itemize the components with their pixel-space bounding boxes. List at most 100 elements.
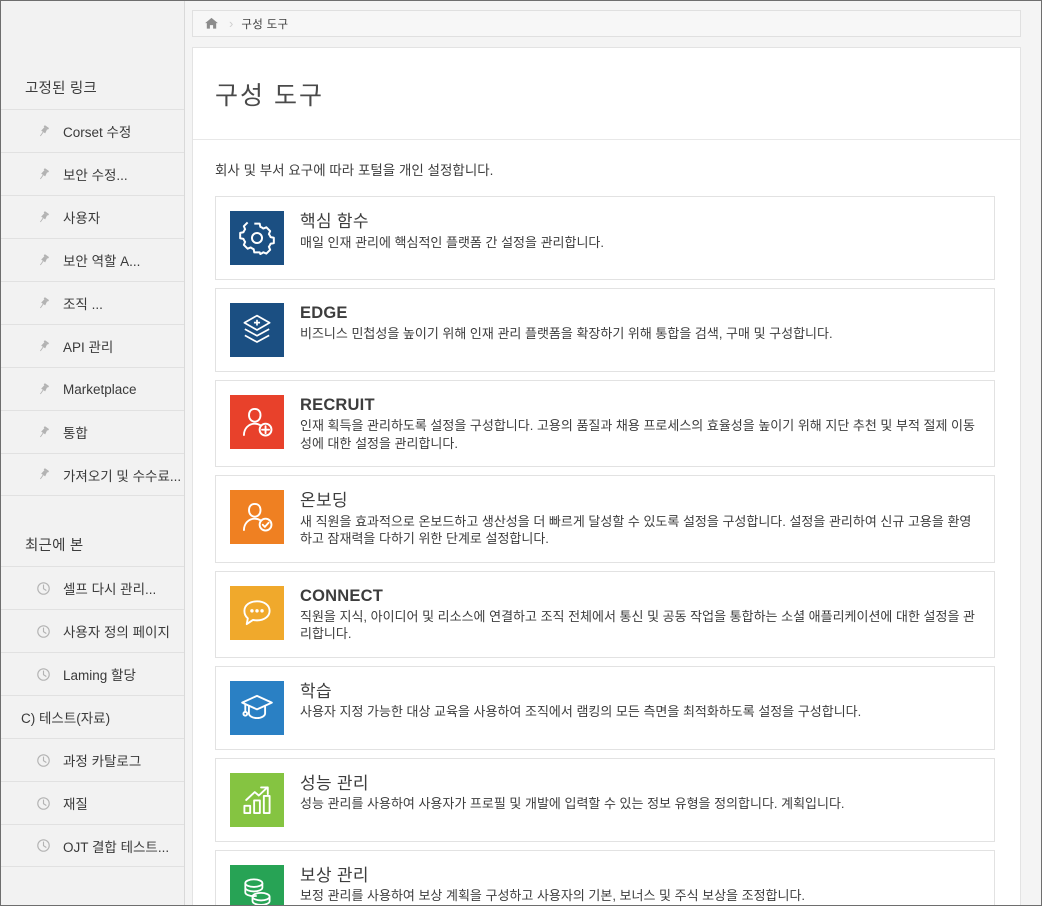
person-plus-icon xyxy=(230,395,284,449)
tool-card-description: 직원을 지식, 아이디어 및 리소스에 연결하고 조직 전체에서 통신 및 공동… xyxy=(300,608,975,642)
sidebar-item-pinned-2[interactable]: 사용자 xyxy=(1,195,184,238)
tool-card[interactable]: 보상 관리보정 관리를 사용하여 보상 계획을 구성하고 사용자의 기본, 보너… xyxy=(215,849,995,905)
tool-card-text: RECRUIT 인재 획득을 관리하도록 설정을 구성합니다. 고용의 품질과 채… xyxy=(300,395,980,452)
breadcrumb-current: 구성 도구 xyxy=(241,18,289,31)
sidebar-item-recent-4[interactable]: 과정 카탈로그 xyxy=(1,738,184,781)
clock-icon xyxy=(35,580,52,597)
tool-card-title: 학습 xyxy=(300,681,332,701)
sidebar-item-pinned-4[interactable]: 조직 ... xyxy=(1,281,184,324)
tool-card-description: 매일 인재 관리에 핵심적인 플랫폼 간 설정을 관리합니다. xyxy=(300,234,604,250)
pinned-links-heading: 고정된 링크 xyxy=(25,81,97,97)
sidebar-item-pinned-8[interactable]: 가져오기 및 수수료... xyxy=(1,453,184,496)
tool-card-description: 인재 획득을 관리하도록 설정을 구성합니다. 고용의 품질과 채용 프로세스의… xyxy=(300,417,975,451)
sidebar-item-label: 가져오기 및 수수료... xyxy=(63,468,182,484)
sidebar-item-label: API 관리 xyxy=(63,340,114,355)
home-icon[interactable] xyxy=(203,15,220,32)
sidebar-item-label: C) 테스트(자료) xyxy=(21,711,111,726)
tool-card-text: 보상 관리보정 관리를 사용하여 보상 계획을 구성하고 사용자의 기본, 보너… xyxy=(300,865,805,905)
recently-viewed-list: 셀프 다시 관리... 사용자 정의 페이지 Laming 할당 C) 테스트(자료)… xyxy=(1,566,184,867)
tool-card-description: 보정 관리를 사용하여 보상 계획을 구성하고 사용자의 기본, 보너스 및 주… xyxy=(300,888,806,904)
tool-card[interactable]: CONNECT 직원을 지식, 아이디어 및 리소스에 연결하고 조직 전체에서 … xyxy=(215,570,995,658)
sidebar-item-label: 과정 카탈로그 xyxy=(63,754,142,769)
coins-icon xyxy=(230,864,284,905)
panel-body: 회사 및 부서 요구에 따라 포털을 개인 설정합니다. 핵심 함수매일 인재 … xyxy=(193,140,1020,905)
layers-plus-icon xyxy=(230,303,284,357)
main-area: › 구성 도구 구성 도구 회사 및 부서 요구에 따라 포털을 개인 설정합니… xyxy=(185,1,1041,905)
bar-chart-arrow-icon xyxy=(230,772,284,827)
pin-icon xyxy=(35,338,52,355)
tool-card-description: 비즈니스 민첩성을 높이기 위해 인재 관리 플랫폼을 확장하기 위해 통합을 … xyxy=(300,325,833,341)
clock-icon xyxy=(35,795,52,812)
sidebar-item-recent-1[interactable]: 사용자 정의 페이지 xyxy=(1,609,184,652)
clock-icon xyxy=(35,666,52,683)
sidebar-item-recent-2[interactable]: Laming 할당 xyxy=(1,652,184,695)
tool-card-text: 핵심 함수매일 인재 관리에 핵심적인 플랫폼 간 설정을 관리합니다. xyxy=(300,211,604,251)
clock-icon xyxy=(35,623,52,640)
tool-card-text: 학습사용자 지정 가능한 대상 교육을 사용하여 조직에서 램킹의 모든 측면을… xyxy=(300,681,861,721)
pinned-links-list: Corset 수정보안 수정... 사용자보안 역할 A... 조직 ... API … xyxy=(1,109,184,496)
sidebar-item-label: 보안 역할 A... xyxy=(63,254,141,269)
sidebar-item-label: Marketplace xyxy=(63,381,137,397)
page-intro: 회사 및 부서 요구에 따라 포털을 개인 설정합니다. xyxy=(215,163,494,178)
sidebar-item-label: 통합 xyxy=(63,426,88,441)
tool-card-title: EDGE xyxy=(300,304,348,322)
sidebar-item-recent-3[interactable]: C) 테스트(자료) xyxy=(1,695,184,738)
tool-card-text: CONNECT 직원을 지식, 아이디어 및 리소스에 연결하고 조직 전체에서 … xyxy=(300,586,980,643)
tool-card[interactable]: 핵심 함수매일 인재 관리에 핵심적인 플랫폼 간 설정을 관리합니다. xyxy=(215,196,995,280)
sidebar-item-label: Corset 수정 xyxy=(63,125,132,140)
tool-card-title: 보상 관리 xyxy=(300,865,369,885)
sidebar-item-label: 사용자 xyxy=(63,211,101,226)
tool-card-text: 성능 관리성능 관리를 사용하여 사용자가 프로필 및 개발에 입력할 수 있는… xyxy=(300,773,845,813)
tool-card[interactable]: 성능 관리성능 관리를 사용하여 사용자가 프로필 및 개발에 입력할 수 있는… xyxy=(215,757,995,842)
left-sidebar: 고정된 링크 Corset 수정보안 수정... 사용자보안 역할 A... 조직 … xyxy=(1,1,185,905)
sidebar-item-pinned-3[interactable]: 보안 역할 A... xyxy=(1,238,184,281)
pin-icon xyxy=(35,424,52,441)
sidebar-item-pinned-5[interactable]: API 관리 xyxy=(1,324,184,367)
app-window: 고정된 링크 Corset 수정보안 수정... 사용자보안 역할 A... 조직 … xyxy=(0,0,1042,906)
person-check-icon xyxy=(230,490,284,545)
recently-viewed-heading: 최근에 본 xyxy=(25,538,84,554)
pin-icon xyxy=(35,295,52,312)
pin-icon xyxy=(35,381,52,398)
sidebar-item-label: OJT 결합 테스트... xyxy=(63,839,170,855)
tool-card-description: 사용자 지정 가능한 대상 교육을 사용하여 조직에서 램킹의 모든 측면을 최… xyxy=(300,704,862,720)
sidebar-item-label: 재질 xyxy=(63,797,88,812)
graduation-cap-icon xyxy=(230,680,284,735)
sidebar-item-recent-6[interactable]: OJT 결합 테스트... xyxy=(1,824,184,867)
breadcrumb-separator: › xyxy=(229,16,234,31)
tool-card[interactable]: RECRUIT 인재 획득을 관리하도록 설정을 구성합니다. 고용의 품질과 채… xyxy=(215,380,995,468)
sidebar-item-pinned-0[interactable]: Corset 수정 xyxy=(1,109,184,152)
sidebar-item-pinned-7[interactable]: 통합 xyxy=(1,410,184,453)
tool-card-title: CONNECT xyxy=(300,586,383,605)
tool-card[interactable]: 학습사용자 지정 가능한 대상 교육을 사용하여 조직에서 램킹의 모든 측면을… xyxy=(215,665,995,750)
tool-card-title: RECRUIT xyxy=(300,396,375,414)
speech-bubble-icon xyxy=(230,585,284,640)
content-panel: 구성 도구 회사 및 부서 요구에 따라 포털을 개인 설정합니다. 핵심 함수… xyxy=(192,47,1021,905)
pin-icon xyxy=(35,252,52,269)
tool-card-title: 핵심 함수 xyxy=(300,212,369,231)
sidebar-item-recent-0[interactable]: 셀프 다시 관리... xyxy=(1,566,184,609)
pin-icon xyxy=(35,166,52,183)
sidebar-item-label: 보안 수정... xyxy=(63,168,128,183)
clock-icon xyxy=(35,752,52,769)
pin-icon xyxy=(35,123,52,140)
tool-card-title: 온보딩 xyxy=(300,491,348,511)
tool-card-list: 핵심 함수매일 인재 관리에 핵심적인 플랫폼 간 설정을 관리합니다. EDGE… xyxy=(215,196,995,905)
sidebar-item-label: Laming 할당 xyxy=(63,668,136,683)
clock-icon xyxy=(35,837,52,854)
page-title: 구성 도구 xyxy=(193,48,1020,140)
sidebar-item-label: 조직 ... xyxy=(63,297,103,312)
sidebar-item-pinned-6[interactable]: Marketplace xyxy=(1,367,184,410)
sidebar-item-label: 셀프 다시 관리... xyxy=(63,582,157,597)
tool-card-text: EDGE 비즈니스 민첩성을 높이기 위해 인재 관리 플랫폼을 확장하기 위해 … xyxy=(300,303,833,343)
tool-card-title: 성능 관리 xyxy=(300,773,369,793)
tool-card-description: 새 직원을 효과적으로 온보드하고 생산성을 더 빠르게 달성할 수 있도록 설… xyxy=(300,513,972,547)
gear-icon xyxy=(230,211,284,265)
sidebar-item-pinned-1[interactable]: 보안 수정... xyxy=(1,152,184,195)
tool-card[interactable]: 온보딩 새 직원을 효과적으로 온보드하고 생산성을 더 빠르게 달성할 수 있도… xyxy=(215,475,995,563)
sidebar-item-label: 사용자 정의 페이지 xyxy=(63,625,170,640)
tool-card[interactable]: EDGE 비즈니스 민첩성을 높이기 위해 인재 관리 플랫폼을 확장하기 위해 … xyxy=(215,288,995,372)
sidebar-item-recent-5[interactable]: 재질 xyxy=(1,781,184,824)
pin-icon xyxy=(35,466,52,483)
tool-card-description: 성능 관리를 사용하여 사용자가 프로필 및 개발에 입력할 수 있는 정보 유… xyxy=(300,796,845,812)
